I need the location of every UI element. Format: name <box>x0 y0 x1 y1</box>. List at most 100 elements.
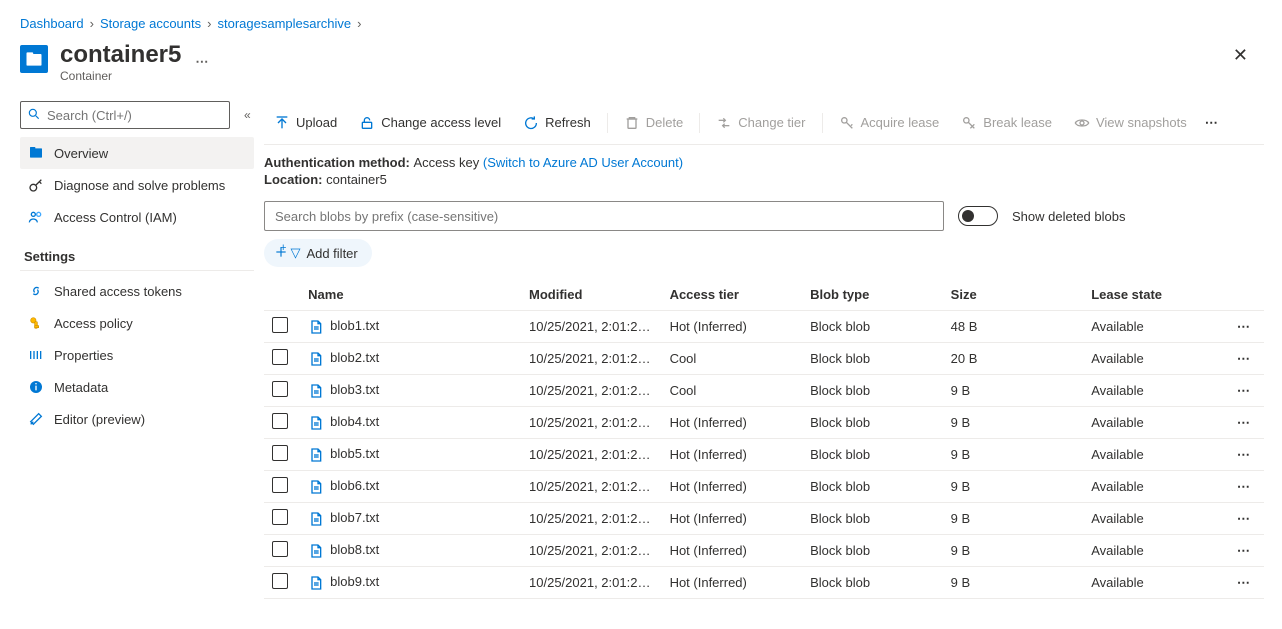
table-row[interactable]: blob6.txt10/25/2021, 2:01:26 …Hot (Infer… <box>264 471 1264 503</box>
nav-label: Diagnose and solve problems <box>54 178 225 193</box>
row-checkbox[interactable] <box>272 317 288 333</box>
page-subtitle: Container <box>60 69 181 83</box>
table-row[interactable]: blob1.txt10/25/2021, 2:01:25 …Hot (Infer… <box>264 311 1264 343</box>
row-more-button[interactable]: ⋯ <box>1224 407 1264 439</box>
acquire-lease-button: Acquire lease <box>829 107 950 139</box>
cell-size: 9 B <box>943 535 1084 567</box>
row-more-button[interactable]: ⋯ <box>1224 375 1264 407</box>
cell-type: Block blob <box>802 343 943 375</box>
nav-label: Shared access tokens <box>54 284 182 299</box>
show-deleted-label: Show deleted blobs <box>1012 209 1125 224</box>
col-type[interactable]: Blob type <box>802 279 943 311</box>
cell-lease: Available <box>1083 535 1224 567</box>
refresh-button[interactable]: Refresh <box>513 107 601 139</box>
cell-lease: Available <box>1083 567 1224 599</box>
table-row[interactable]: blob4.txt10/25/2021, 2:01:25 …Hot (Infer… <box>264 407 1264 439</box>
toolbar-more-button[interactable]: ⋯ <box>1199 107 1225 139</box>
sidebar-item[interactable]: Access policy <box>20 307 254 339</box>
nav-label: Properties <box>54 348 113 363</box>
sidebar-item[interactable]: Diagnose and solve problems <box>20 169 254 201</box>
cell-name: blob2.txt <box>300 343 521 375</box>
sidebar-item[interactable]: Editor (preview) <box>20 403 254 435</box>
table-row[interactable]: blob7.txt10/25/2021, 2:01:25 …Hot (Infer… <box>264 503 1264 535</box>
cell-name: blob3.txt <box>300 375 521 407</box>
file-icon <box>308 479 324 495</box>
row-checkbox[interactable] <box>272 445 288 461</box>
blob-table: Name Modified Access tier Blob type Size… <box>264 279 1264 599</box>
row-more-button[interactable]: ⋯ <box>1224 439 1264 471</box>
nav-icon <box>28 315 44 331</box>
page-title: container5 <box>60 41 181 69</box>
cell-modified: 10/25/2021, 2:01:25 … <box>521 567 662 599</box>
row-more-button[interactable]: ⋯ <box>1224 535 1264 567</box>
sidebar-item[interactable]: Properties <box>20 339 254 371</box>
row-checkbox[interactable] <box>272 477 288 493</box>
cell-lease: Available <box>1083 375 1224 407</box>
row-more-button[interactable]: ⋯ <box>1224 503 1264 535</box>
title-more-icon[interactable]: ⋯ <box>191 50 212 74</box>
add-filter-button[interactable]: + ▽ Add filter <box>264 239 372 267</box>
sidebar-item[interactable]: Shared access tokens <box>20 275 254 307</box>
cell-type: Block blob <box>802 503 943 535</box>
cell-name: blob4.txt <box>300 407 521 439</box>
sidebar-item[interactable]: Access Control (IAM) <box>20 201 254 233</box>
cell-size: 48 B <box>943 311 1084 343</box>
table-row[interactable]: blob3.txt10/25/2021, 2:01:25 …CoolBlock … <box>264 375 1264 407</box>
sidebar-item[interactable]: Metadata <box>20 371 254 403</box>
row-checkbox[interactable] <box>272 573 288 589</box>
breadcrumb-link[interactable]: Dashboard <box>20 16 84 31</box>
cell-modified: 10/25/2021, 2:01:25 … <box>521 535 662 567</box>
cell-modified: 10/25/2021, 2:01:25 … <box>521 407 662 439</box>
col-modified[interactable]: Modified <box>521 279 662 311</box>
cell-size: 9 B <box>943 439 1084 471</box>
table-row[interactable]: blob5.txt10/25/2021, 2:01:25 …Hot (Infer… <box>264 439 1264 471</box>
row-checkbox[interactable] <box>272 349 288 365</box>
collapse-sidebar-icon[interactable]: « <box>240 104 255 126</box>
nav-label: Access policy <box>54 316 133 331</box>
container-icon <box>20 45 48 73</box>
row-more-button[interactable]: ⋯ <box>1224 567 1264 599</box>
cell-lease: Available <box>1083 311 1224 343</box>
nav-icon <box>28 411 44 427</box>
table-row[interactable]: blob9.txt10/25/2021, 2:01:25 …Hot (Infer… <box>264 567 1264 599</box>
main-content: Upload Change access level Refresh Delet… <box>264 101 1282 599</box>
col-lease[interactable]: Lease state <box>1083 279 1224 311</box>
cell-tier: Hot (Inferred) <box>662 535 803 567</box>
sidebar-search[interactable] <box>20 101 230 129</box>
col-tier[interactable]: Access tier <box>662 279 803 311</box>
cell-tier: Hot (Inferred) <box>662 439 803 471</box>
col-name[interactable]: Name <box>300 279 521 311</box>
sidebar-search-input[interactable] <box>47 108 223 123</box>
settings-heading: Settings <box>20 243 254 271</box>
cell-name: blob9.txt <box>300 567 521 599</box>
sidebar-item[interactable]: Overview <box>20 137 254 169</box>
sidebar: « Overview Diagnose and solve problems Acc… <box>0 101 264 435</box>
cell-name: blob1.txt <box>300 311 521 343</box>
col-size[interactable]: Size <box>943 279 1084 311</box>
nav-label: Access Control (IAM) <box>54 210 177 225</box>
change-access-level-button[interactable]: Change access level <box>349 107 511 139</box>
show-deleted-toggle[interactable] <box>958 206 998 226</box>
cell-size: 9 B <box>943 407 1084 439</box>
cell-modified: 10/25/2021, 2:01:25 … <box>521 343 662 375</box>
row-checkbox[interactable] <box>272 381 288 397</box>
cell-name: blob8.txt <box>300 535 521 567</box>
view-snapshots-button: View snapshots <box>1064 107 1197 139</box>
row-checkbox[interactable] <box>272 509 288 525</box>
row-more-button[interactable]: ⋯ <box>1224 311 1264 343</box>
blob-search-input[interactable] <box>264 201 944 231</box>
row-more-button[interactable]: ⋯ <box>1224 471 1264 503</box>
table-row[interactable]: blob8.txt10/25/2021, 2:01:25 …Hot (Infer… <box>264 535 1264 567</box>
switch-auth-link[interactable]: (Switch to Azure AD User Account) <box>483 155 683 170</box>
breadcrumb-link[interactable]: storagesamplesarchive <box>217 16 351 31</box>
close-icon[interactable]: ✕ <box>1225 41 1256 70</box>
row-checkbox[interactable] <box>272 413 288 429</box>
cell-tier: Cool <box>662 375 803 407</box>
cell-lease: Available <box>1083 439 1224 471</box>
row-more-button[interactable]: ⋯ <box>1224 343 1264 375</box>
row-checkbox[interactable] <box>272 541 288 557</box>
table-row[interactable]: blob2.txt10/25/2021, 2:01:25 …CoolBlock … <box>264 343 1264 375</box>
upload-button[interactable]: Upload <box>264 107 347 139</box>
breadcrumb-link[interactable]: Storage accounts <box>100 16 201 31</box>
cell-modified: 10/25/2021, 2:01:25 … <box>521 311 662 343</box>
